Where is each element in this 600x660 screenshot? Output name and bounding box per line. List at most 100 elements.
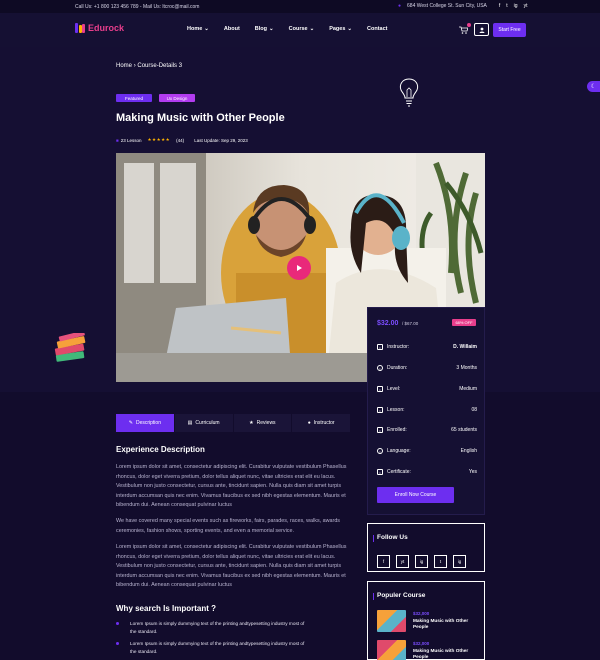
twitter-icon[interactable]: t <box>434 555 447 568</box>
info-row-language: • Language: English <box>377 447 477 455</box>
description-heading: Experience Description <box>116 445 205 454</box>
popular-course-heading: Populer Course <box>372 592 426 600</box>
chevron-down-icon: ⌄ <box>204 26 209 32</box>
nav-blog[interactable]: Blog ⌄ <box>255 26 274 32</box>
popular-course-item[interactable]: $32,000 Making Music with Other People <box>377 610 477 632</box>
breadcrumb-current: Course-Details 3 <box>137 63 183 69</box>
info-row-instructor: • Instructor: D. Willaim <box>377 343 477 351</box>
discount-badge: 68% OFF <box>452 319 476 326</box>
lesson-icon: ■ <box>116 137 119 143</box>
rating-stars-icon: ★★★★★ <box>147 137 171 142</box>
last-update: Last Update: Sep 29, 2023 <box>194 137 248 143</box>
bullet-icon <box>116 642 119 645</box>
topbar-right: ● 684 West College St. Sun City, USA f t… <box>398 3 527 9</box>
course-thumbnail-image <box>377 640 406 660</box>
tab-curriculum[interactable]: ▤ Curriculum <box>174 414 233 432</box>
address-text: 684 West College St. Sun City, USA <box>407 3 487 9</box>
popular-course-item[interactable]: $32,000 Making Music with Other People <box>377 640 477 660</box>
course-meta: ■ 23 Lesson ★★★★★ (44) Last Update: Sep … <box>116 137 248 143</box>
bullet-icon <box>116 622 119 625</box>
user-button[interactable] <box>474 23 489 36</box>
chevron-down-icon: ⌄ <box>269 26 274 32</box>
user-icon: ● <box>307 420 311 426</box>
description-paragraph-2: We have covered many special events such… <box>116 518 341 534</box>
course-title[interactable]: Making Music with Other People <box>413 648 483 660</box>
cart-badge <box>467 23 471 27</box>
contact-info: Call Us: +1 800 123 456 789 - Mail Us: l… <box>75 4 200 10</box>
tab-instructor[interactable]: ● Instructor <box>292 414 350 432</box>
course-thumbnail-image <box>377 610 406 632</box>
logo[interactable]: Edurock <box>75 23 124 33</box>
enroll-now-button[interactable]: Enroll Now Course <box>377 487 454 503</box>
nav-home[interactable]: Home ⌄ <box>187 26 209 32</box>
play-button[interactable] <box>287 256 311 280</box>
twitter-icon[interactable]: t <box>506 3 507 9</box>
graduation-icon: • <box>377 427 383 433</box>
star-icon: ★ <box>249 420 254 426</box>
tab-reviews[interactable]: ★ Reviews <box>233 414 292 432</box>
books-logo-icon <box>75 23 85 33</box>
location-icon: ● <box>398 3 402 9</box>
follow-us-box: Follow Us f yt ig t ig <box>367 523 485 572</box>
instagram-icon[interactable]: ig <box>514 3 518 9</box>
breadcrumb: Home › Course-Details 3 <box>116 63 182 69</box>
nav-course[interactable]: Course ⌄ <box>289 26 315 32</box>
globe-icon: • <box>377 448 383 454</box>
info-row-certificate: • Certificate: Yes <box>377 468 477 476</box>
start-free-button[interactable]: Start Free <box>493 23 526 37</box>
nav-about[interactable]: About <box>224 26 240 32</box>
youtube-icon[interactable]: yt <box>396 555 409 568</box>
user-icon: • <box>377 344 383 350</box>
breadcrumb-separator: › <box>133 63 136 69</box>
category-badge[interactable]: Ux Design <box>159 94 195 102</box>
user-icon <box>479 27 484 33</box>
moon-icon: ☾ <box>590 84 597 90</box>
description-paragraph-1: Lorem ipsum dolor sit amet, consectetur … <box>116 464 347 509</box>
info-row-duration: • Duration: 3 Months <box>377 364 477 372</box>
site-header: Edurock Home ⌄ About Blog ⌄ Course ⌄ Pages ⌄… <box>0 13 600 47</box>
cart-icon[interactable] <box>459 23 471 34</box>
instagram-icon[interactable]: ig <box>453 555 466 568</box>
old-price: / $67.00 <box>402 321 419 326</box>
mail-text: Mail Us: ltcroc@mail.com <box>142 4 200 10</box>
follow-us-heading: Follow Us <box>373 534 408 542</box>
chevron-down-icon: ⌄ <box>347 26 353 32</box>
featured-badge[interactable]: Featured <box>116 94 152 102</box>
call-text: Call Us: +1 800 123 456 789 <box>75 4 139 10</box>
course-title: Making Music with Other People <box>116 112 285 124</box>
main-nav: Home ⌄ About Blog ⌄ Course ⌄ Pages ⌄ Contact <box>187 26 403 32</box>
youtube-icon[interactable]: yt <box>524 3 528 9</box>
description-icon: ✎ <box>128 420 133 426</box>
stacked-books-icon <box>54 333 86 362</box>
facebook-icon[interactable]: f <box>499 3 500 9</box>
top-bar: Call Us: +1 800 123 456 789 - Mail Us: l… <box>0 0 600 13</box>
info-row-level: • Level: Medium <box>377 385 477 393</box>
rating-count: (44) <box>176 137 185 143</box>
book-icon: ▤ <box>187 420 193 426</box>
level-icon: • <box>377 386 383 392</box>
facebook-icon[interactable]: f <box>377 555 390 568</box>
course-tabs: ✎ Description ▤ Curriculum ★ Reviews ● Instr… <box>116 414 351 432</box>
price: $32.00 <box>377 320 399 327</box>
clock-icon: • <box>377 365 383 371</box>
course-info-card: $32.00 / $67.00 68% OFF • Instructor: D. … <box>367 307 485 515</box>
info-row-enrolled: • Enrolled: 65 students <box>377 426 477 434</box>
play-icon <box>297 265 302 271</box>
nav-pages[interactable]: Pages ⌄ <box>329 26 352 32</box>
lesson-count: 23 Lesson <box>120 137 142 143</box>
breadcrumb-home[interactable]: Home <box>116 63 132 69</box>
course-title[interactable]: Making Music with Other People <box>413 618 483 630</box>
nav-contact[interactable]: Contact <box>367 26 387 32</box>
popular-course-box: Populer Course $32,000 Making Music with… <box>367 581 485 660</box>
info-row-lesson: • Lesson: 08 <box>377 406 477 414</box>
dark-mode-toggle[interactable]: ☾ <box>587 81 600 92</box>
course-price: $32,000 <box>413 611 430 616</box>
course-price: $32,000 <box>413 641 430 646</box>
logo-text: Edurock <box>88 23 125 33</box>
book-icon: • <box>377 407 383 413</box>
chevron-down-icon: ⌄ <box>309 26 315 32</box>
certificate-icon: • <box>377 469 383 475</box>
tab-description[interactable]: ✎ Description <box>116 414 174 432</box>
description-paragraph-3: Lorem ipsum dolor sit amet, consectetur … <box>116 544 347 589</box>
instagram-icon[interactable]: ig <box>415 555 428 568</box>
